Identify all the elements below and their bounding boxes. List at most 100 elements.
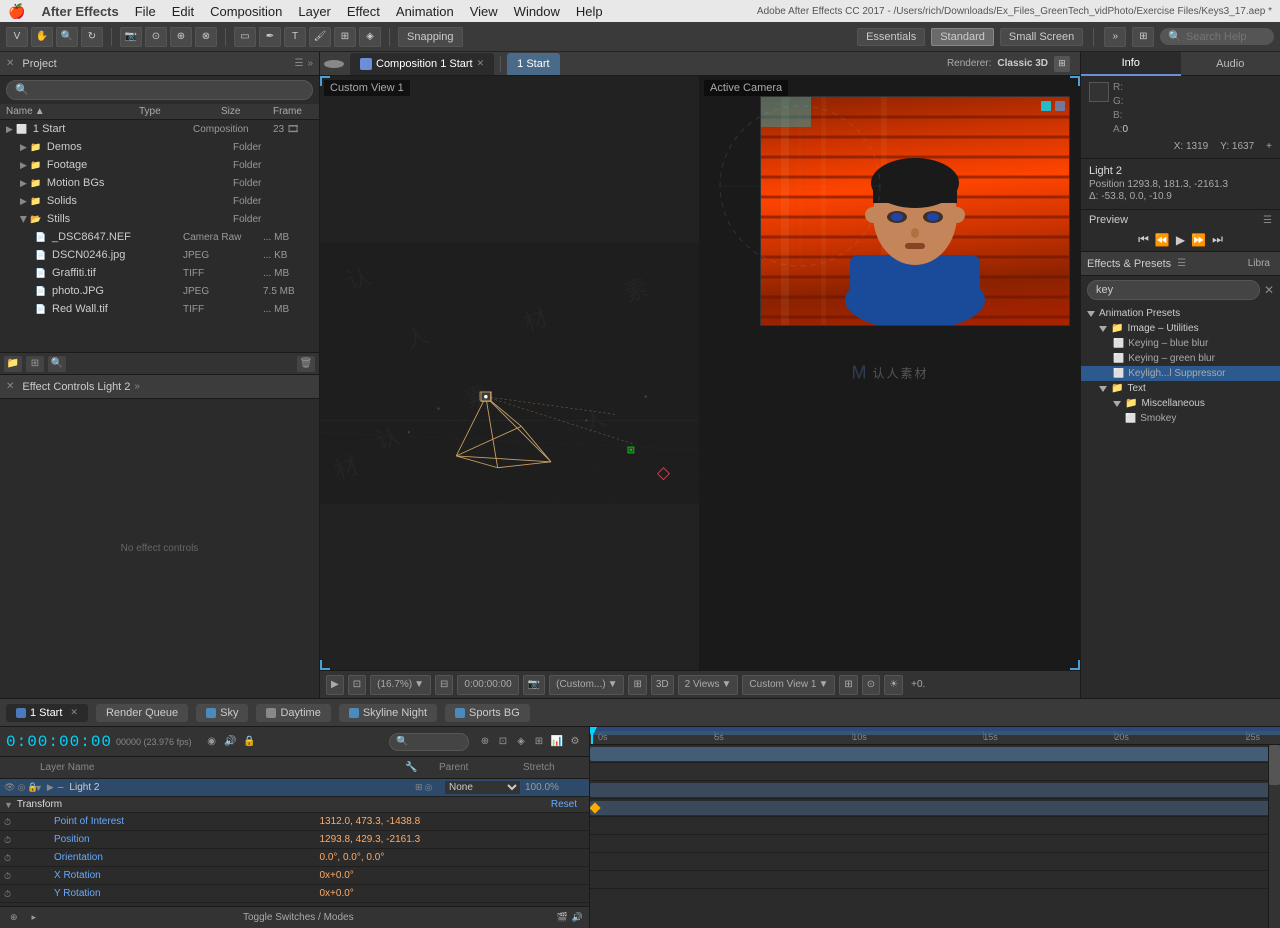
tl-new-null[interactable]: ⊕ [477,734,493,750]
file-item-demos[interactable]: ▶ 📁 Demos Folder [0,138,319,156]
renderer-options[interactable]: ⊞ [1054,56,1070,72]
track-xy-tool[interactable]: ⊕ [170,27,192,47]
workspace-standard[interactable]: Standard [931,28,994,46]
effects-tab-libra[interactable]: Libra [1244,258,1274,269]
project-panel-menu[interactable]: ☰ [294,58,303,69]
stopwatch-pos[interactable]: ⏱ [4,835,11,845]
vc-zoom-dropdown[interactable]: (16.7%) ▼ [370,675,431,695]
layer-expand2[interactable]: ▶ [47,782,54,793]
stopwatch-poi[interactable]: ⏱ [4,817,11,827]
layer-switch-1[interactable]: ⊞ [415,782,423,793]
yrot-value[interactable]: 0x+0.0° [320,888,586,899]
file-item-redwall[interactable]: 📄 Red Wall.tif TIFF ... MB [0,300,319,318]
menu-animation[interactable]: Animation [396,4,454,19]
workspace-small-screen[interactable]: Small Screen [1000,28,1083,46]
layer-switch-2[interactable]: ◎ [425,782,433,793]
effects-tab-active[interactable] [1232,258,1240,269]
effects-folder-image-utilities[interactable]: 📁 Image – Utilities [1081,321,1280,336]
vc-custom-dropdown[interactable]: (Custom...) ▼ [549,675,624,695]
tl-playhead-line[interactable] [591,727,593,744]
vc-grid[interactable]: ⊞ [839,675,857,695]
vc-snap[interactable]: ⊙ [862,675,880,695]
vc-camera[interactable]: 📷 [523,675,545,695]
file-item-stills[interactable]: ▶ 📂 Stills Folder [0,210,319,228]
tl-play-btn[interactable]: ▸ [28,912,41,923]
tl-time-ruler[interactable]: 0s 5s 10s 15s 20s 25s [590,727,1280,745]
workspace-options[interactable]: ⊞ [1132,27,1154,47]
tl-layer-light2[interactable]: 👁 ◎ 🔒 ▼ ▶ – Light 2 ⊞ ◎ [0,779,589,797]
tl-add-btn[interactable]: ⊕ [6,912,22,923]
preview-play-stop[interactable]: ▶ [1176,233,1185,247]
right-tab-audio[interactable]: Audio [1181,52,1280,76]
rotate-tool[interactable]: ↻ [81,27,103,47]
effect-controls-close[interactable]: ✕ [6,381,14,392]
ori-value[interactable]: 0.0°, 0.0°, 0.0° [320,852,586,863]
tl-frame-rate-icon[interactable]: 🎬 [557,912,568,923]
layer-eye[interactable]: 👁 [4,782,15,793]
find-missing-btn[interactable]: 🔍 [48,356,66,372]
vc-resolution[interactable]: ⊡ [348,675,366,695]
tl-tab-sky[interactable]: Sky [196,704,248,722]
tl-time-display[interactable]: 0:00:00:00 [6,733,112,751]
tl-vertical-scrollbar[interactable] [1268,745,1280,928]
delete-btn[interactable]: 🗑 [297,356,315,372]
effects-item-smokey[interactable]: ⬜ Smokey [1081,411,1280,426]
right-tab-info[interactable]: Info [1081,52,1181,76]
effects-menu-icon[interactable]: ☰ [1177,258,1186,269]
stopwatch-yrot[interactable]: ⏱ [4,889,11,899]
layer-expand[interactable]: ▼ [34,783,43,793]
workspace-essentials[interactable]: Essentials [857,28,925,46]
vc-3d[interactable]: 3D [651,675,674,695]
orbit-tool[interactable]: ⊙ [145,27,167,47]
camera-tool[interactable]: 📷 [120,27,142,47]
col-name-header[interactable]: Name ▲ [6,106,137,117]
file-item-motionbgs[interactable]: ▶ 📁 Motion BGs Folder [0,174,319,192]
new-folder-btn[interactable]: 📁 [4,356,22,372]
tl-comp-settings[interactable]: ⚙ [567,734,583,750]
project-panel-expand[interactable]: » [307,58,313,69]
vc-draft[interactable]: ⊞ [628,675,646,695]
file-item-graffiti[interactable]: 📄 Graffiti.tif TIFF ... MB [0,264,319,282]
effects-animation-presets-root[interactable]: Animation Presets [1081,306,1280,321]
tl-guides[interactable]: ⊡ [495,734,511,750]
clone-tool[interactable]: ⊞ [334,27,356,47]
file-item-solids[interactable]: ▶ 📁 Solids Folder [0,192,319,210]
menu-window[interactable]: Window [514,4,560,19]
tl-search-input[interactable] [389,733,469,751]
menu-effect[interactable]: Effect [347,4,380,19]
menu-edit[interactable]: Edit [172,4,194,19]
tl-tab-render[interactable]: Render Queue [96,704,188,722]
tl-tab-close-1start[interactable]: ✕ [70,707,78,718]
tl-lock-btn[interactable]: 🔒 [242,734,258,750]
vc-region[interactable]: ⊟ [435,675,453,695]
hand-tool[interactable]: ✋ [31,27,53,47]
tl-sound-icon[interactable]: 🔊 [572,912,583,923]
effects-item-keylight[interactable]: ⬜ Keyligh...l Suppressor [1081,366,1280,381]
transform-reset-btn[interactable]: Reset [551,799,577,810]
menu-layer[interactable]: Layer [298,4,331,19]
pos-value[interactable]: 1293.8, 429.3, -2161.3 [320,834,586,845]
effects-folder-text[interactable]: 📁 Text [1081,381,1280,396]
comp-tab-1start[interactable]: Composition 1 Start ✕ [350,53,494,75]
rect-tool[interactable]: ▭ [234,27,256,47]
file-item-dscn0246[interactable]: 📄 DSCN0246.jpg JPEG ... KB [0,246,319,264]
preview-skip-start[interactable]: ⏮ [1138,232,1149,247]
project-panel-close[interactable]: ✕ [6,58,14,69]
menu-file[interactable]: File [135,4,156,19]
comp-tab-start-marker[interactable]: 1 Start [507,53,559,75]
new-comp-btn[interactable]: ⊞ [26,356,44,372]
layer-parent-dropdown[interactable]: None [445,781,525,794]
text-tool[interactable]: T [284,27,306,47]
menu-view[interactable]: View [470,4,498,19]
vc-custom-view-dropdown[interactable]: Custom View 1 ▼ [742,675,835,695]
pen-tool[interactable]: ✒ [259,27,281,47]
tl-toggle-switches[interactable]: Toggle Switches / Modes [243,912,354,923]
project-search-input[interactable] [6,80,313,100]
stopwatch-xrot[interactable]: ⏱ [4,871,11,881]
apple-menu[interactable]: 🍎 [8,3,25,20]
tl-mute-btn[interactable]: 🔊 [223,734,239,750]
transform-collapse[interactable]: ▼ [4,800,13,810]
comp-tab-close[interactable]: ✕ [477,58,485,69]
workspace-more[interactable]: » [1104,27,1126,47]
snapping-toggle[interactable]: Snapping [398,27,463,47]
